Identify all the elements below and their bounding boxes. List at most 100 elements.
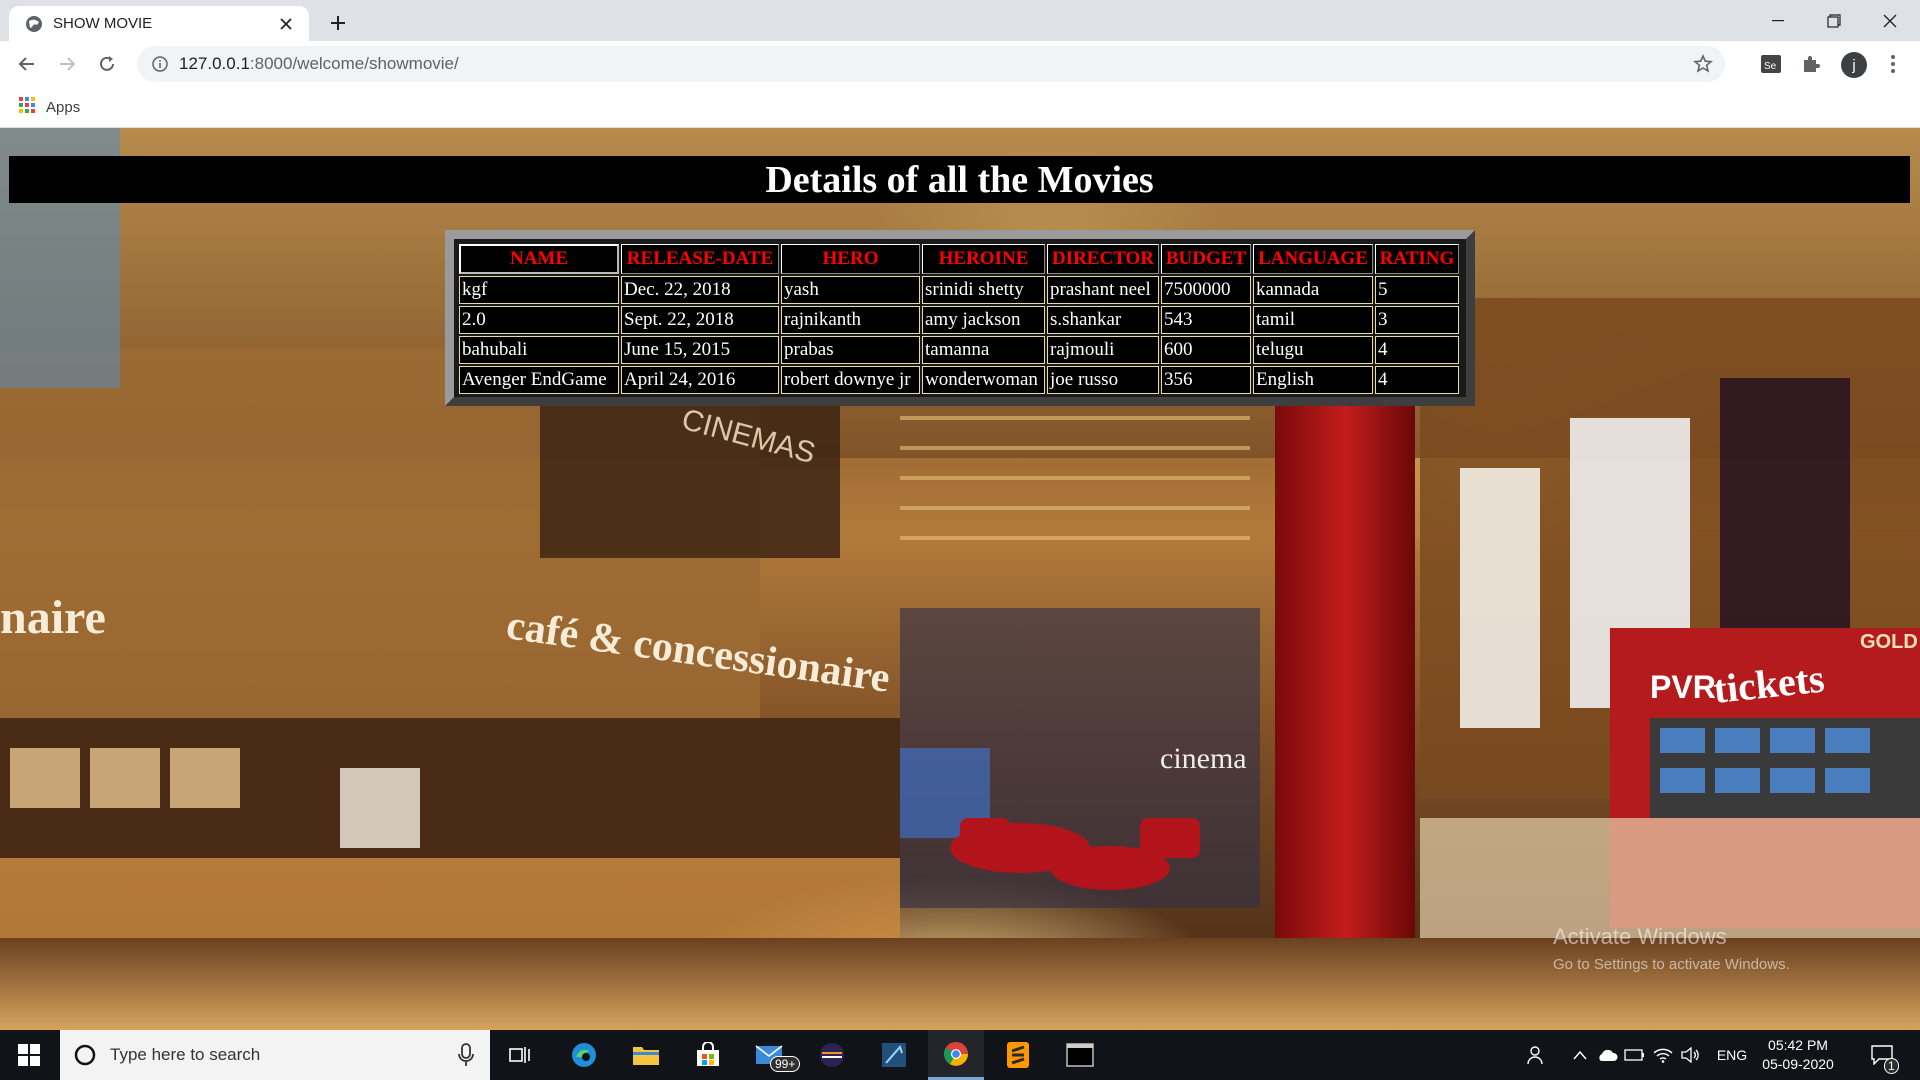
cell-heroine: tamanna <box>922 336 1045 364</box>
file-explorer-icon[interactable] <box>618 1030 674 1080</box>
column-header-director: DIRECTOR <box>1047 244 1159 274</box>
watermark-title: Activate Windows <box>1553 924 1727 949</box>
apps-grid-icon <box>18 96 36 118</box>
movies-table-frame: NAME RELEASE-DATE HERO HEROINE DIRECTOR … <box>445 230 1475 406</box>
cell-rating: 4 <box>1375 366 1459 394</box>
cell-director: s.shankar <box>1047 306 1159 334</box>
cell-release-date: Dec. 22, 2018 <box>621 276 779 304</box>
terminal-icon[interactable] <box>1052 1030 1108 1080</box>
browser-toolbar: 127.0.0.1:8000/welcome/showmovie/ Se j <box>0 41 1920 87</box>
cell-language: tamil <box>1253 306 1373 334</box>
notifications-icon[interactable]: 1 <box>1862 1030 1902 1080</box>
column-header-heroine: HEROINE <box>922 244 1045 274</box>
cell-heroine: amy jackson <box>922 306 1045 334</box>
new-tab-icon[interactable] <box>324 9 352 37</box>
info-icon[interactable] <box>151 55 169 73</box>
mail-icon[interactable]: 99+ <box>742 1030 801 1080</box>
restore-icon[interactable] <box>1806 0 1862 41</box>
column-header-rating: RATING <box>1375 244 1459 274</box>
cell-hero: yash <box>781 276 920 304</box>
column-header-hero: HERO <box>781 244 920 274</box>
cell-director: joe russo <box>1047 366 1159 394</box>
language-indicator[interactable]: ENG <box>1712 1030 1752 1080</box>
cell-hero: prabas <box>781 336 920 364</box>
edge-browser-icon[interactable] <box>556 1030 612 1080</box>
cell-director: rajmouli <box>1047 336 1159 364</box>
cell-budget: 356 <box>1161 366 1251 394</box>
cell-director: prashant neel <box>1047 276 1159 304</box>
cell-name: bahubali <box>459 336 619 364</box>
windows-taskbar: Type here to search 99+ ENG 05:42 PM 05-… <box>0 1030 1920 1080</box>
cell-rating: 5 <box>1375 276 1459 304</box>
microphone-icon[interactable] <box>456 1043 476 1067</box>
cell-name: Avenger EndGame <box>459 366 619 394</box>
start-button[interactable] <box>0 1030 58 1080</box>
microsoft-store-icon[interactable] <box>680 1030 736 1080</box>
kebab-menu-icon[interactable] <box>1882 53 1904 75</box>
cortana-circle-icon <box>74 1044 96 1066</box>
table-row: 2.0 Sept. 22, 2018 rajnikanth amy jackso… <box>459 306 1459 334</box>
page-viewport: naire café & concessionaire CINEMAS cine… <box>0 128 1920 1030</box>
table-row: Avenger EndGame April 24, 2016 robert do… <box>459 366 1459 394</box>
table-row: bahubali June 15, 2015 prabas tamanna ra… <box>459 336 1459 364</box>
cell-release-date: April 24, 2016 <box>621 366 779 394</box>
activate-windows-watermark: Activate Windows Go to Settings to activ… <box>1553 924 1790 973</box>
system-clock[interactable]: 05:42 PM 05-09-2020 <box>1756 1036 1840 1074</box>
bookmarks-bar: Apps <box>0 87 1920 128</box>
url-host: 127.0.0.1 <box>179 54 250 73</box>
sublime-text-icon[interactable] <box>990 1030 1046 1080</box>
search-placeholder: Type here to search <box>110 1045 261 1064</box>
wifi-icon[interactable] <box>1650 1030 1676 1080</box>
column-header-release-date: RELEASE-DATE <box>621 244 779 274</box>
cell-budget: 7500000 <box>1161 276 1251 304</box>
table-row: kgf Dec. 22, 2018 yash srinidi shetty pr… <box>459 276 1459 304</box>
apps-bookmark[interactable]: Apps <box>18 96 80 118</box>
forward-arrow-icon[interactable] <box>51 48 83 80</box>
watermark-subtitle: Go to Settings to activate Windows. <box>1553 956 1790 973</box>
task-view-icon[interactable] <box>492 1030 548 1080</box>
column-header-name: NAME <box>459 244 619 274</box>
mail-badge: 99+ <box>770 1056 801 1072</box>
cell-release-date: Sept. 22, 2018 <box>621 306 779 334</box>
page-title: Details of all the Movies <box>765 158 1154 201</box>
extensions-puzzle-icon[interactable] <box>1800 53 1822 75</box>
eclipse-icon[interactable] <box>804 1030 860 1080</box>
address-bar[interactable]: 127.0.0.1:8000/welcome/showmovie/ <box>137 46 1725 82</box>
close-window-icon[interactable] <box>1862 0 1918 41</box>
cell-budget: 543 <box>1161 306 1251 334</box>
url-text: 127.0.0.1:8000/welcome/showmovie/ <box>179 54 459 74</box>
cell-language: kannada <box>1253 276 1373 304</box>
battery-icon[interactable] <box>1622 1030 1648 1080</box>
chevron-up-icon[interactable] <box>1568 1030 1592 1080</box>
cell-hero: robert downye jr <box>781 366 920 394</box>
url-path: :8000/welcome/showmovie/ <box>249 54 459 73</box>
cell-name: kgf <box>459 276 619 304</box>
code-editor-icon[interactable] <box>866 1030 922 1080</box>
onedrive-cloud-icon[interactable] <box>1594 1030 1620 1080</box>
windows-logo-icon <box>18 1044 40 1066</box>
browser-tab[interactable]: SHOW MOVIE <box>9 6 309 41</box>
minimize-icon[interactable] <box>1750 0 1806 41</box>
cell-heroine: wonderwoman <box>922 366 1045 394</box>
cell-rating: 3 <box>1375 306 1459 334</box>
selenium-extension-icon[interactable]: Se <box>1760 53 1782 75</box>
back-arrow-icon[interactable] <box>11 48 43 80</box>
bookmark-star-icon[interactable] <box>1692 54 1714 74</box>
chrome-browser-icon[interactable] <box>928 1030 984 1080</box>
clock-time: 05:42 PM <box>1768 1037 1828 1053</box>
taskbar-search-box[interactable]: Type here to search <box>60 1030 490 1080</box>
globe-icon <box>25 15 43 33</box>
cell-heroine: srinidi shetty <box>922 276 1045 304</box>
clock-date: 05-09-2020 <box>1762 1056 1834 1072</box>
cell-language: English <box>1253 366 1373 394</box>
volume-icon[interactable] <box>1678 1030 1704 1080</box>
svg-text:Se: Se <box>1764 61 1777 72</box>
profile-avatar[interactable]: j <box>1841 52 1867 78</box>
people-icon[interactable] <box>1522 1030 1552 1080</box>
cell-language: telugu <box>1253 336 1373 364</box>
page-heading-bar: Details of all the Movies <box>9 156 1910 203</box>
reload-icon[interactable] <box>91 48 123 80</box>
close-tab-icon[interactable] <box>275 13 297 35</box>
table-header-row: NAME RELEASE-DATE HERO HEROINE DIRECTOR … <box>459 244 1459 274</box>
sign-gold-class: GOLD CLAS <box>1860 631 1920 653</box>
